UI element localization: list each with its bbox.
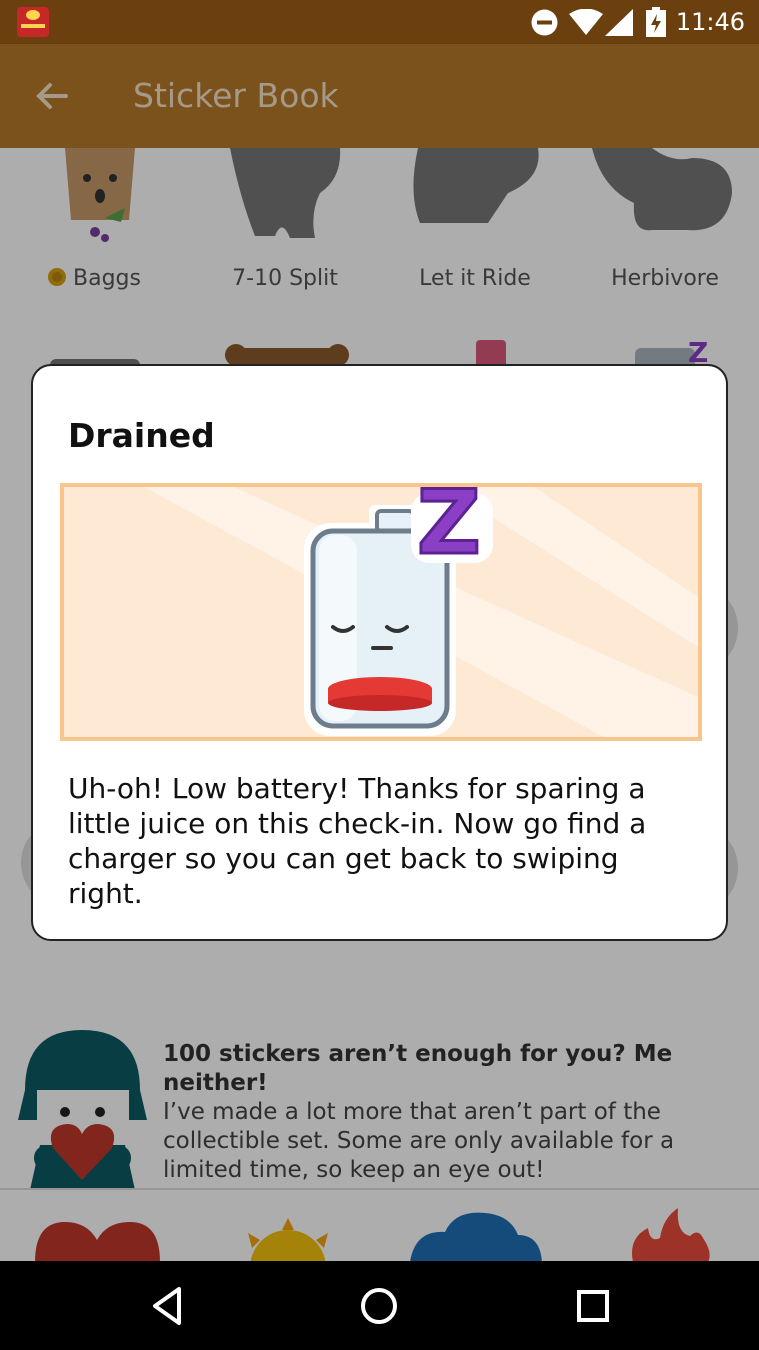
sticker-detail-dialog: Drained Z Uh-oh! Low battery! Thanks for… — [31, 364, 728, 941]
sticker-art-frame: Z — [60, 483, 702, 741]
app-notification-icon — [17, 7, 49, 37]
navigation-bar — [0, 1261, 759, 1350]
do-not-disturb-icon — [531, 9, 558, 36]
dialog-title: Drained — [68, 416, 215, 455]
nav-recents-icon[interactable] — [568, 1281, 618, 1331]
wifi-icon — [569, 9, 603, 35]
nav-home-icon[interactable] — [354, 1281, 404, 1331]
z-letter: Z — [416, 483, 483, 574]
clock: 11:46 — [675, 8, 745, 36]
nav-back-icon[interactable] — [143, 1281, 193, 1331]
battery-charging-icon — [646, 7, 666, 37]
cell-signal-icon — [605, 9, 633, 36]
status-bar: 11:46 — [0, 0, 759, 44]
dialog-body: Uh-oh! Low battery! Thanks for sparing a… — [68, 772, 647, 910]
